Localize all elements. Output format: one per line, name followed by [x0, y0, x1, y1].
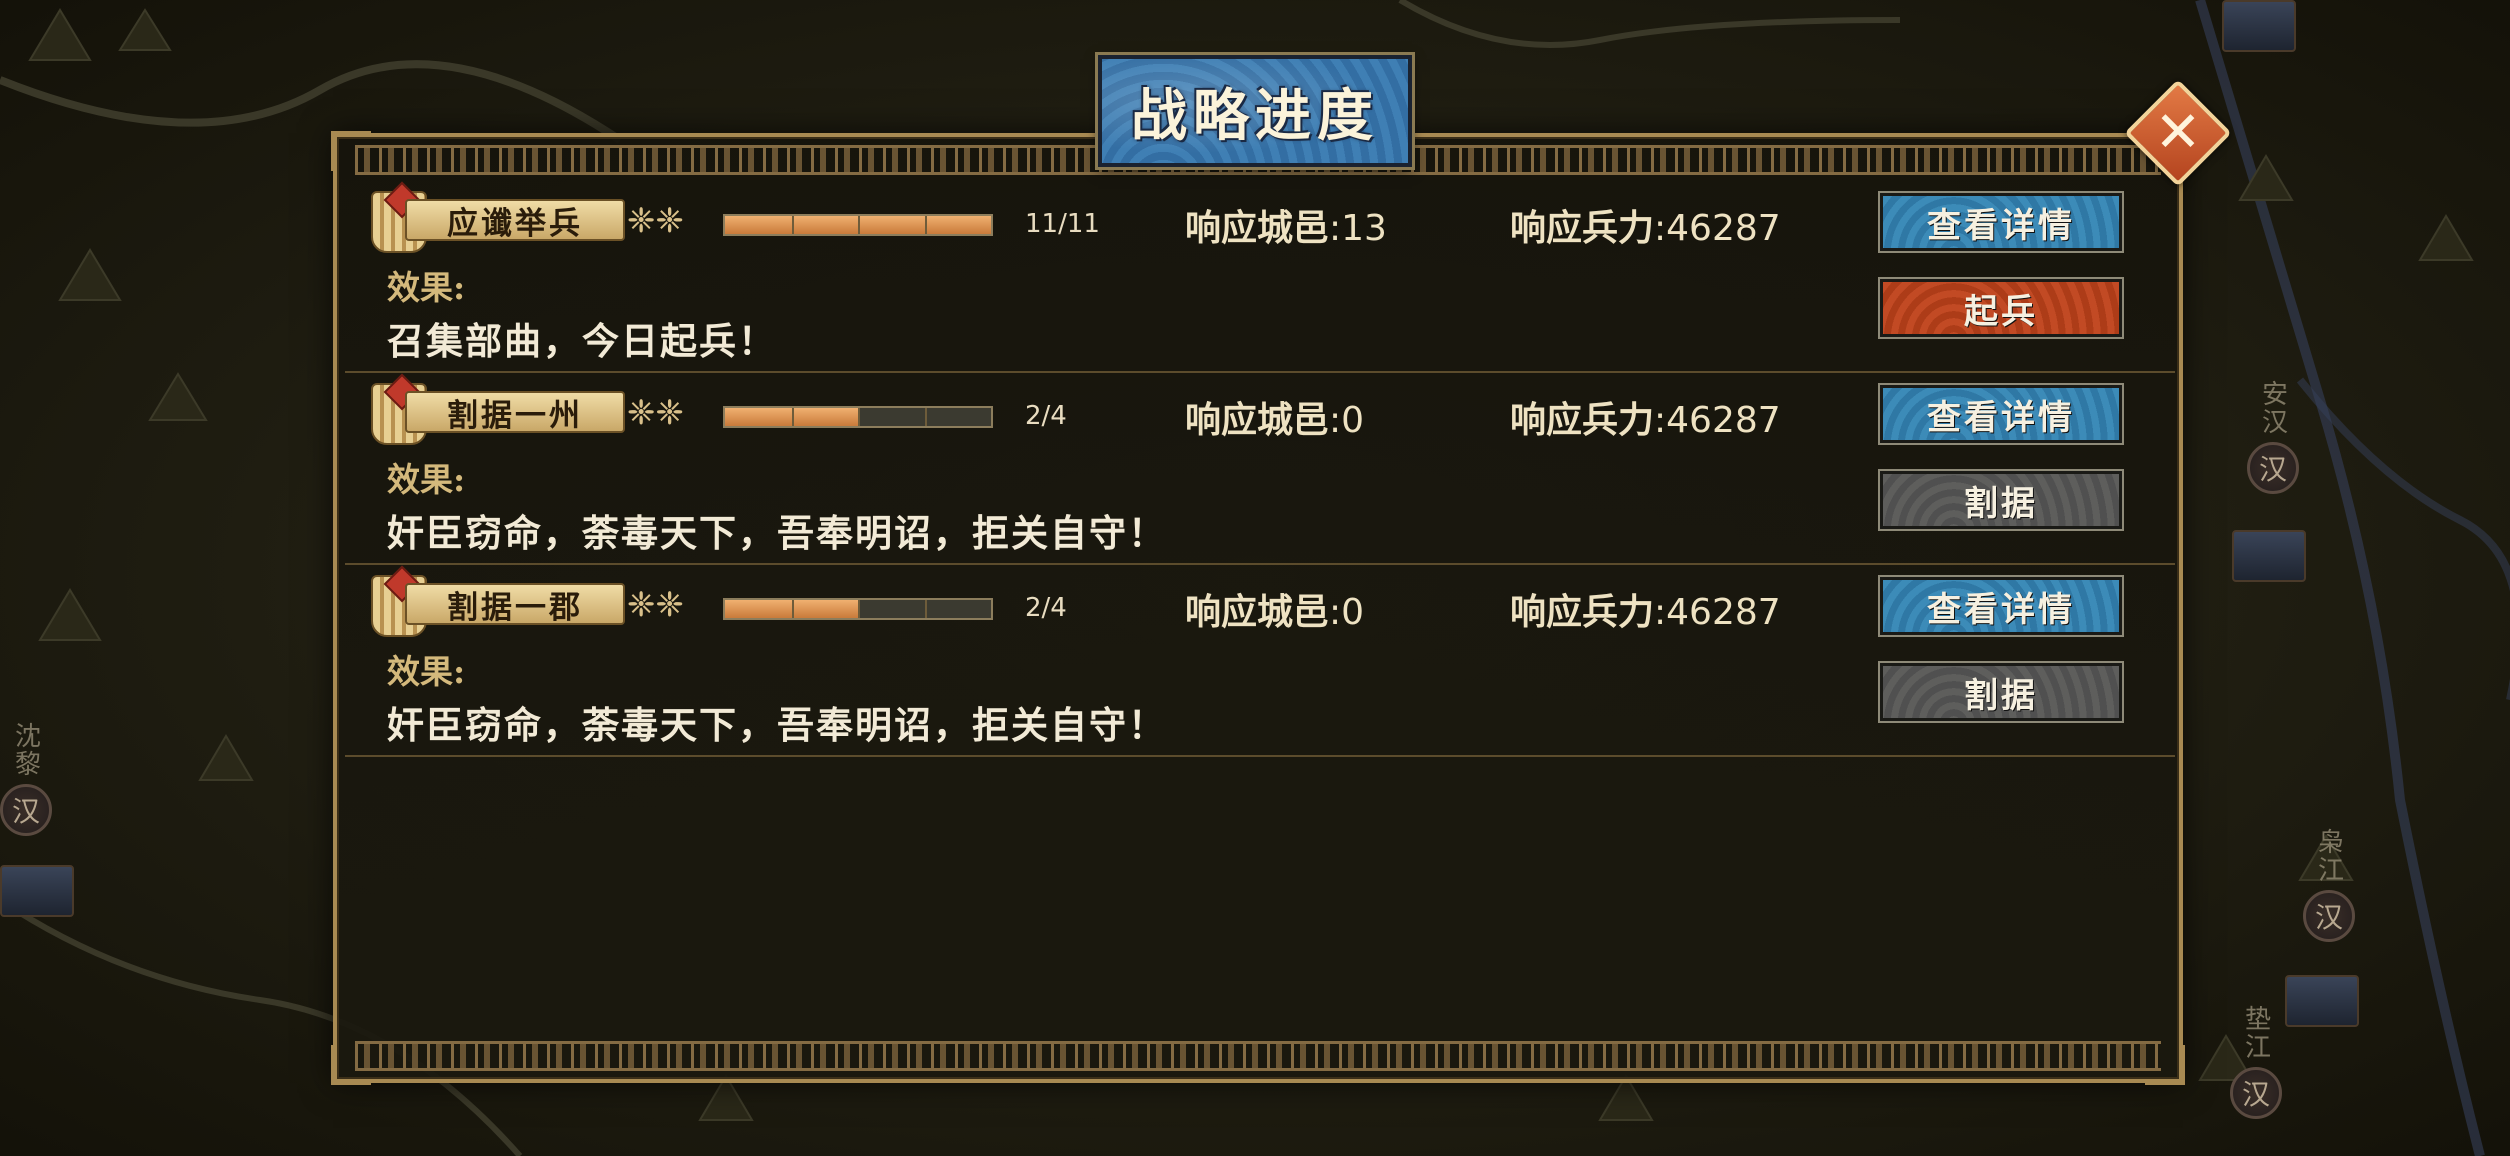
map-building-icon[interactable] — [2285, 975, 2359, 1027]
map-building-icon[interactable] — [2232, 530, 2306, 582]
responding-cities-label: 响应城邑 — [1185, 207, 1330, 249]
quest-name: 割据一州 — [447, 397, 583, 434]
responding-troops: 响应兵力:46287 — [1510, 391, 1781, 443]
quest-banner: 割据一州 ❈❈ — [365, 373, 700, 445]
cloud-knot-icon: ❈❈ — [627, 393, 684, 433]
quest-name-scroll: 割据一郡 — [405, 583, 625, 626]
responding-troops: 响应兵力:46287 — [1510, 583, 1781, 635]
quest-name: 应谶举兵 — [447, 205, 583, 242]
secede-button[interactable]: 割据 — [1878, 469, 2124, 531]
quest-progress-text: 2/4 — [1025, 593, 1067, 623]
view-details-button[interactable]: 查看详情 — [1878, 383, 2124, 445]
quest-progress-text: 2/4 — [1025, 401, 1067, 431]
responding-troops-label: 响应兵力 — [1510, 591, 1655, 633]
quest-progress-text: 11/11 — [1025, 209, 1100, 239]
responding-troops-value: :46287 — [1654, 592, 1781, 633]
quest-name-scroll: 应谶举兵 — [405, 199, 625, 242]
progress-segment-divider — [791, 216, 794, 234]
responding-cities-label: 响应城邑 — [1185, 591, 1330, 633]
secede-button[interactable]: 割据 — [1878, 661, 2124, 723]
map-building-icon[interactable] — [0, 865, 74, 917]
quest-name-scroll: 割据一州 — [405, 391, 625, 434]
responding-troops-value: :46287 — [1654, 400, 1781, 441]
effect-label: 效果: — [387, 268, 466, 307]
map-city-name: 垫江 — [2240, 1005, 2271, 1061]
map-city-name: 沈黎 — [10, 722, 41, 778]
responding-troops-label: 响应兵力 — [1510, 207, 1655, 249]
view-details-button[interactable]: 查看详情 — [1878, 191, 2124, 253]
responding-cities-value: :0 — [1329, 400, 1365, 441]
map-city-xiaojiang[interactable]: 枭江 汉 — [2303, 828, 2355, 942]
raise-army-button[interactable]: 起兵 — [1878, 277, 2124, 339]
cloud-knot-icon: ❈❈ — [627, 585, 684, 625]
responding-troops-label: 响应兵力 — [1510, 399, 1655, 441]
quest-row-1: 应谶举兵 ❈❈ 11/11 响应城邑:13 响应兵力:46287 效果: 召集部… — [345, 181, 2175, 373]
progress-segment-divider — [924, 216, 927, 234]
panel-corner — [331, 1045, 371, 1085]
quest-banner: 应谶举兵 ❈❈ — [365, 181, 700, 253]
faction-badge-icon: 汉 — [2230, 1067, 2282, 1119]
quest-banner: 割据一郡 ❈❈ — [365, 565, 700, 637]
effect-label: 效果: — [387, 652, 466, 691]
responding-troops: 响应兵力:46287 — [1510, 199, 1781, 251]
responding-cities-value: :0 — [1329, 592, 1365, 633]
close-icon[interactable]: ✕ — [2140, 95, 2216, 171]
effect-text: 奸臣窃命，荼毒天下，吾奉明诏，拒关自守！ — [387, 511, 1167, 555]
panel-corner — [2145, 1045, 2185, 1085]
quest-progress-bar — [723, 214, 993, 236]
panel-corner — [331, 131, 371, 171]
responding-cities-label: 响应城邑 — [1185, 399, 1330, 441]
effect-text: 奸臣窃命，荼毒天下，吾奉明诏，拒关自守！ — [387, 703, 1167, 747]
quest-row-3: 割据一郡 ❈❈ 2/4 响应城邑:0 响应兵力:46287 效果: 奸臣窃命，荼… — [345, 565, 2175, 757]
progress-segment-divider — [924, 600, 927, 618]
responding-troops-value: :46287 — [1654, 208, 1781, 249]
effect-text: 召集部曲，今日起兵！ — [387, 319, 777, 363]
responding-cities: 响应城邑:0 — [1185, 391, 1364, 443]
fret-border-bottom — [355, 1041, 2161, 1071]
progress-segment-divider — [858, 408, 860, 426]
map-city-name: 枭江 — [2313, 828, 2344, 884]
faction-badge-icon: 汉 — [0, 784, 52, 836]
panel-title: 战略进度 — [1131, 82, 1379, 149]
progress-segment-divider — [858, 216, 860, 234]
faction-badge-icon: 汉 — [2247, 442, 2299, 494]
quest-progress-bar — [723, 406, 993, 428]
quest-progress-bar — [723, 598, 993, 620]
map-city-shenli[interactable]: 沈黎 汉 — [0, 722, 52, 836]
panel-title-plaque: 战略进度 — [1095, 52, 1415, 170]
cloud-knot-icon: ❈❈ — [627, 201, 684, 241]
progress-segment-divider — [791, 408, 794, 426]
quest-name: 割据一郡 — [447, 589, 583, 626]
effect-label: 效果: — [387, 460, 466, 499]
map-building-icon[interactable] — [2222, 0, 2296, 52]
faction-badge-icon: 汉 — [2303, 890, 2355, 942]
progress-segment-divider — [791, 600, 794, 618]
progress-segment-divider — [924, 408, 927, 426]
responding-cities: 响应城邑:0 — [1185, 583, 1364, 635]
map-city-name: 安汉 — [2257, 380, 2288, 436]
progress-segment-divider — [858, 600, 860, 618]
map-city-dianjiang[interactable]: 垫江 汉 — [2230, 1005, 2282, 1119]
map-city-anhan[interactable]: 安汉 汉 — [2247, 380, 2299, 494]
responding-cities: 响应城邑:13 — [1185, 199, 1387, 251]
responding-cities-value: :13 — [1329, 208, 1387, 249]
quest-row-2: 割据一州 ❈❈ 2/4 响应城邑:0 响应兵力:46287 效果: 奸臣窃命，荼… — [345, 373, 2175, 565]
view-details-button[interactable]: 查看详情 — [1878, 575, 2124, 637]
